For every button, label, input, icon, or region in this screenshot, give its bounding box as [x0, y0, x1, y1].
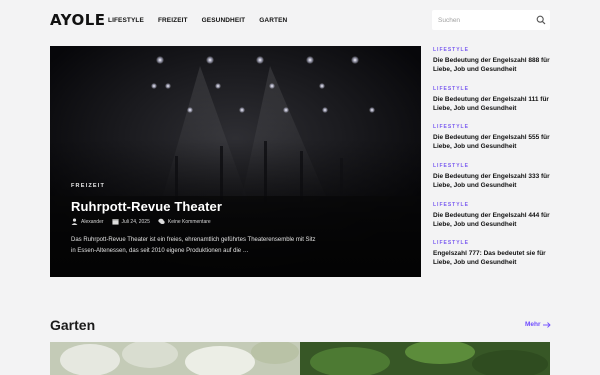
nav-item-lifestyle[interactable]: LIFESTYLE: [108, 17, 144, 24]
post-date: Juli 24, 2025: [121, 218, 150, 225]
hero-excerpt: Das Ruhrpott-Revue Theater ist ein freie…: [71, 237, 316, 254]
comments-icon: [158, 218, 165, 224]
main-nav: LIFESTYLE FREIZEIT GESUNDHEIT GARTEN: [108, 17, 301, 24]
comments-count: Keine Kommentare: [167, 218, 211, 225]
sidebar-post-title[interactable]: Die Bedeutung der Engelszahl 888 für Lie…: [433, 56, 553, 74]
date-meta: Juli 24, 2025: [111, 218, 150, 225]
search-icon[interactable]: [536, 15, 546, 25]
sidebar-posts: LIFESTYLE Die Bedeutung der Engelszahl 8…: [433, 46, 553, 278]
nav-item-gesundheit[interactable]: GESUNDHEIT: [202, 17, 246, 24]
calendar-icon: [111, 219, 119, 225]
arrow-right-icon: [542, 321, 551, 328]
search-box: [432, 10, 550, 30]
sidebar-post: LIFESTYLE Die Bedeutung der Engelszahl 4…: [433, 202, 553, 240]
section-title-garten: Garten: [50, 317, 96, 333]
site-logo[interactable]: AYOLE: [50, 11, 106, 29]
sidebar-post-title[interactable]: Die Bedeutung der Engelszahl 111 für Lie…: [433, 95, 553, 113]
nav-item-freizeit[interactable]: FREIZEIT: [158, 17, 188, 24]
sidebar-post-category[interactable]: LIFESTYLE: [433, 47, 553, 53]
hero-title[interactable]: Ruhrpott-Revue Theater: [71, 199, 222, 214]
sidebar-post-title[interactable]: Die Bedeutung der Engelszahl 555 für Lie…: [433, 133, 553, 151]
search-input[interactable]: [438, 14, 528, 26]
more-link[interactable]: Mehr: [525, 321, 551, 328]
sidebar-post-category[interactable]: LIFESTYLE: [433, 163, 553, 169]
featured-post[interactable]: FREIZEIT Ruhrpott-Revue Theater Alexande…: [50, 46, 421, 277]
sidebar-post: LIFESTYLE Engelszahl 777: Das bedeutet s…: [433, 240, 553, 278]
author-meta[interactable]: Alexander: [71, 218, 104, 225]
sidebar-post-category[interactable]: LIFESTYLE: [433, 124, 553, 130]
sidebar-post: LIFESTYLE Die Bedeutung der Engelszahl 1…: [433, 86, 553, 124]
garden-image-flowers: [50, 342, 300, 375]
garden-image-plants: [300, 342, 550, 375]
sidebar-post-title[interactable]: Die Bedeutung der Engelszahl 444 für Lie…: [433, 211, 553, 229]
garden-post-image[interactable]: [50, 342, 300, 375]
nav-item-garten[interactable]: GARTEN: [259, 17, 287, 24]
sidebar-post-title[interactable]: Engelszahl 777: Das bedeutet sie für Lie…: [433, 249, 553, 267]
sidebar-post: LIFESTYLE Die Bedeutung der Engelszahl 8…: [433, 47, 553, 85]
hero-category[interactable]: FREIZEIT: [71, 183, 105, 189]
sidebar-post-category[interactable]: LIFESTYLE: [433, 86, 553, 92]
sidebar-post-title[interactable]: Die Bedeutung der Engelszahl 333 für Lie…: [433, 172, 553, 190]
comments-meta[interactable]: Keine Kommentare: [158, 218, 211, 225]
sidebar-post: LIFESTYLE Die Bedeutung der Engelszahl 3…: [433, 163, 553, 201]
sidebar-post: LIFESTYLE Die Bedeutung der Engelszahl 5…: [433, 124, 553, 162]
site-header: AYOLE LIFESTYLE FREIZEIT GESUNDHEIT GART…: [0, 0, 600, 42]
more-label: Mehr: [525, 321, 541, 328]
sidebar-post-category[interactable]: LIFESTYLE: [433, 240, 553, 246]
sidebar-post-category[interactable]: LIFESTYLE: [433, 202, 553, 208]
garden-post-image[interactable]: [300, 342, 550, 375]
author-name: Alexander: [81, 218, 104, 225]
post-meta: Alexander Juli 24, 2025 Keine Kommentare: [71, 218, 219, 225]
user-icon: [71, 218, 78, 225]
